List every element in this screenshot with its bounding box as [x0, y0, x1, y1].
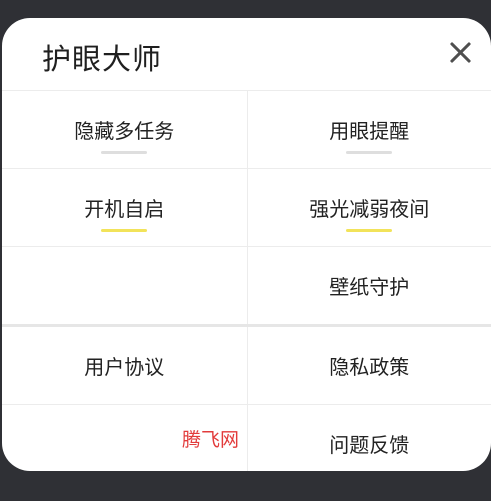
settings-row: 问题反馈: [2, 404, 491, 471]
toggle-hide-multitask[interactable]: 隐藏多任务: [2, 91, 247, 168]
toggle-eye-reminder[interactable]: 用眼提醒: [246, 91, 491, 168]
menu-item-label: 问题反馈: [329, 433, 410, 457]
menu-item-label: 隐私政策: [329, 355, 410, 379]
toggle-indicator-off: [101, 151, 148, 154]
menu-item-feedback[interactable]: 问题反馈: [246, 405, 491, 471]
toggle-label: 强光减弱夜间: [309, 197, 430, 221]
toggle-indicator-on: [101, 229, 148, 232]
toggle-indicator-off: [346, 151, 393, 154]
toggle-label: 隐藏多任务: [74, 119, 175, 143]
settings-row: 隐藏多任务 用眼提醒: [2, 90, 491, 168]
menu-item-privacy-policy[interactable]: 隐私政策: [246, 327, 491, 404]
close-icon[interactable]: [447, 38, 475, 66]
toggle-label: 用眼提醒: [329, 119, 410, 143]
settings-grid: 隐藏多任务 用眼提醒 开机自启 强光减弱夜间 壁纸守护 用户协议 隐私政策 问题…: [2, 90, 491, 471]
toggle-auto-start[interactable]: 开机自启: [2, 169, 247, 246]
empty-cell: [2, 247, 247, 324]
toggle-night-dim[interactable]: 强光减弱夜间: [246, 169, 491, 246]
dialog-title: 护眼大师: [42, 42, 163, 76]
toggle-indicator-on: [346, 229, 393, 232]
settings-row: 用户协议 隐私政策: [2, 324, 491, 404]
watermark: 腾飞网: [182, 429, 240, 451]
settings-row: 壁纸守护: [2, 246, 491, 324]
menu-item-wallpaper[interactable]: 壁纸守护: [246, 247, 491, 324]
menu-item-user-agreement[interactable]: 用户协议: [2, 327, 247, 404]
settings-row: 开机自启 强光减弱夜间: [2, 168, 491, 246]
menu-item-label: 用户协议: [84, 355, 165, 379]
dialog-panel: 护眼大师 隐藏多任务 用眼提醒 开机自启 强光减弱夜间 壁纸守护 用户协议 隐私…: [2, 18, 491, 471]
menu-item-label: 壁纸守护: [329, 275, 410, 299]
toggle-label: 开机自启: [84, 197, 165, 221]
